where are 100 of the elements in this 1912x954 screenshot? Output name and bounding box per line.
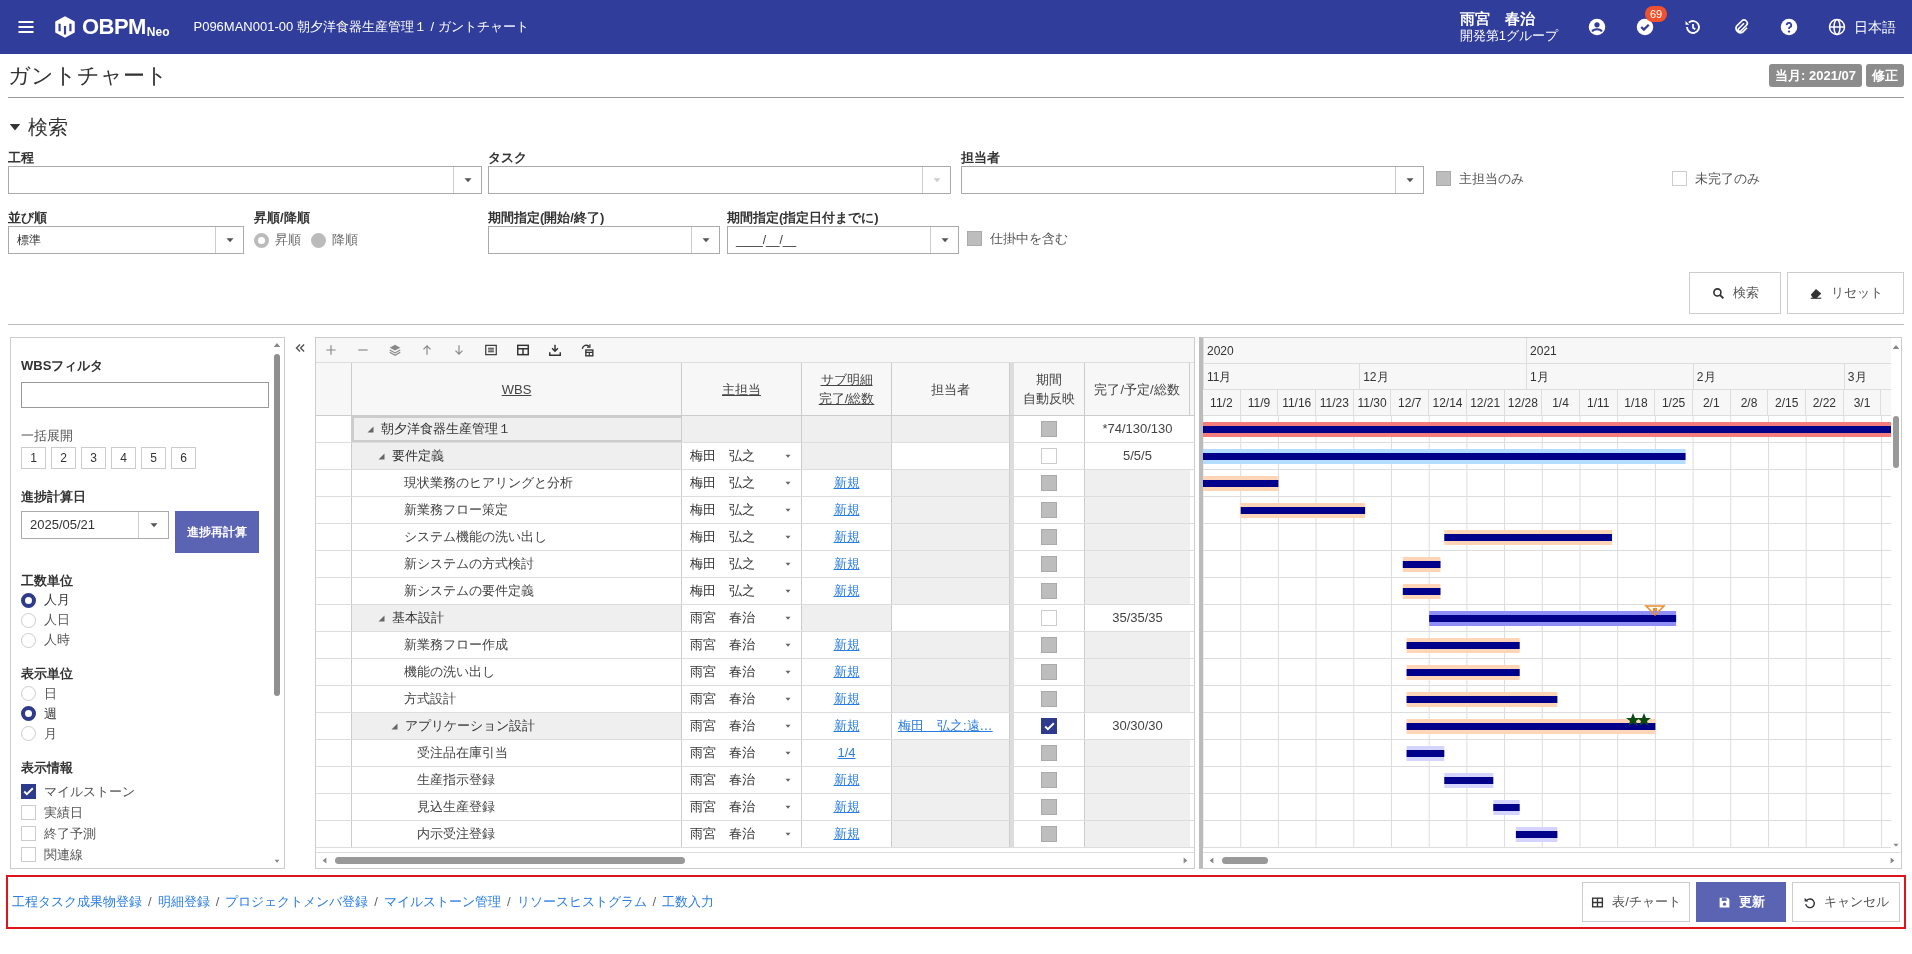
scrollbar-thumb[interactable] [274, 354, 280, 696]
sub-detail-link[interactable]: 新規 [833, 824, 860, 844]
dropdown-field[interactable] [8, 166, 482, 194]
level-button[interactable]: 2 [51, 447, 76, 469]
wbs-cell[interactable]: 基本設計 [352, 605, 682, 631]
task-name: システム機能の洗い出し [404, 528, 547, 547]
export-table-icon[interactable] [580, 343, 594, 357]
radio-button[interactable] [21, 706, 36, 721]
sub-detail-link[interactable]: 1/4 [837, 743, 856, 763]
sub-detail-link[interactable]: 新規 [833, 635, 860, 655]
paperclip-icon[interactable] [1732, 18, 1750, 36]
footer-link[interactable]: 明細登録 [157, 892, 210, 912]
reset-button[interactable]: リセット [1787, 272, 1904, 314]
sub-detail-link[interactable]: 新規 [833, 770, 860, 790]
history-icon[interactable] [1684, 18, 1702, 36]
collapse-triangle-icon[interactable] [377, 451, 386, 461]
dropdown-field[interactable] [961, 166, 1424, 194]
sub-detail-link[interactable]: 新規 [833, 527, 860, 547]
collapse-triangle-icon[interactable] [390, 721, 399, 731]
dropdown-field[interactable]: 標準 [8, 226, 244, 254]
owner-name: 雨宮 春治 [690, 717, 756, 736]
field-label: WBSフィルタ [21, 357, 105, 375]
separator-text: / [215, 893, 220, 912]
sub-detail-link[interactable]: 新規 [833, 473, 860, 493]
sub-detail-link[interactable]: 新規 [833, 581, 860, 601]
footer-link[interactable]: 工程タスク成果物登録 [12, 892, 142, 912]
radio-label: 人時 [44, 631, 70, 650]
dropdown-field[interactable] [488, 226, 720, 254]
cancel-button[interactable]: キャンセル [1792, 882, 1900, 922]
scrollbar-thumb[interactable] [1893, 416, 1899, 468]
sub-detail-link[interactable]: 新規 [833, 797, 860, 817]
week-label: 11/16 [1278, 390, 1317, 415]
wbs-cell[interactable]: アプリケーション設計 [352, 713, 682, 739]
week-label: 1/11 [1579, 390, 1618, 415]
week-label: 2/1 [1692, 390, 1731, 415]
level-button[interactable]: 4 [111, 447, 136, 469]
column-header[interactable]: サブ明細 完了/総数 [802, 363, 892, 415]
level-button[interactable]: 1 [21, 447, 46, 469]
scroll-right-icon[interactable] [1181, 856, 1190, 865]
help-icon[interactable] [1780, 18, 1798, 36]
collapse-icon[interactable] [293, 341, 307, 355]
language-button[interactable]: 日本語 [1828, 16, 1896, 38]
scroll-left-icon[interactable] [320, 856, 329, 865]
wbs-cell[interactable]: 朝夕洋食器生産管理１ [352, 416, 682, 442]
week-label: 1/4 [1542, 390, 1580, 415]
column-header[interactable]: WBS [352, 363, 682, 415]
month-label: 11月 [1203, 364, 1232, 389]
owner-name: 梅田 弘之 [690, 555, 756, 574]
sub-detail-link[interactable]: 新規 [833, 716, 860, 736]
owner-name: 雨宮 春治 [690, 825, 756, 844]
owner-name: 雨宮 春治 [690, 663, 756, 682]
field-label: 表示単位 [21, 665, 74, 683]
field-label: 工程 [8, 149, 35, 166]
sub-detail-link[interactable]: 新規 [833, 689, 860, 709]
separator-text: / [652, 893, 657, 912]
footer-link[interactable]: 工数入力 [662, 892, 715, 912]
table-chart-toggle-button[interactable]: 表/チャート [1582, 882, 1690, 922]
layers-icon[interactable] [388, 343, 402, 357]
footer-link[interactable]: リソースヒストグラム [516, 892, 647, 912]
owner-name: 雨宮 春治 [690, 744, 756, 763]
scroll-left-icon[interactable] [1207, 856, 1216, 865]
scroll-right-icon[interactable] [1888, 856, 1897, 865]
week-label: 11/23 [1316, 390, 1354, 415]
date-field[interactable]: ____/__/__ [727, 226, 959, 254]
scrollbar-thumb[interactable] [1222, 857, 1268, 864]
checkbox[interactable] [1041, 718, 1057, 734]
level-button[interactable]: 3 [81, 447, 106, 469]
week-label: 11/30 [1353, 390, 1392, 415]
task-name: 新業務フロー策定 [404, 501, 508, 520]
save-icon [1717, 895, 1731, 909]
sub-detail-link[interactable]: 新規 [833, 500, 860, 520]
scrollbar-thumb[interactable] [335, 857, 685, 864]
task-name: 朝夕洋食器生産管理１ [381, 420, 511, 439]
footer-link[interactable]: マイルストーン管理 [383, 892, 501, 912]
update-button[interactable]: 更新 [1696, 882, 1786, 922]
column-header[interactable]: 主担当 [682, 363, 802, 415]
recalculate-button[interactable]: 進捗再計算 [175, 510, 259, 553]
footer-link[interactable]: プロジェクトメンバ登録 [225, 892, 369, 912]
task-name: 見込生産登録 [417, 798, 495, 817]
download-icon[interactable] [548, 343, 562, 357]
add-icon[interactable] [324, 343, 338, 357]
radio-button[interactable] [21, 592, 36, 608]
assignee-link[interactable]: 梅田 弘之;遠… [898, 716, 993, 736]
date-field[interactable]: 2025/05/21 [21, 510, 169, 539]
wbs-filter-field[interactable] [21, 381, 269, 408]
list-icon[interactable] [484, 343, 498, 357]
sub-detail-link[interactable]: 新規 [833, 554, 860, 574]
collapse-triangle-icon[interactable] [377, 613, 386, 623]
search-button[interactable]: 検索 [1689, 272, 1781, 314]
task-name: 受注品在庫引当 [417, 744, 508, 763]
task-name: 方式設計 [404, 690, 456, 709]
checkbox[interactable] [21, 784, 36, 799]
collapse-triangle-icon[interactable] [366, 424, 375, 434]
level-button[interactable]: 6 [171, 447, 196, 469]
user-icon[interactable] [1588, 18, 1606, 36]
sub-detail-link[interactable]: 新規 [833, 662, 860, 682]
wbs-cell[interactable]: 要件定義 [352, 443, 682, 469]
level-button[interactable]: 5 [141, 447, 166, 469]
table-icon[interactable] [516, 343, 530, 357]
check-circle-icon[interactable] [1636, 18, 1654, 36]
